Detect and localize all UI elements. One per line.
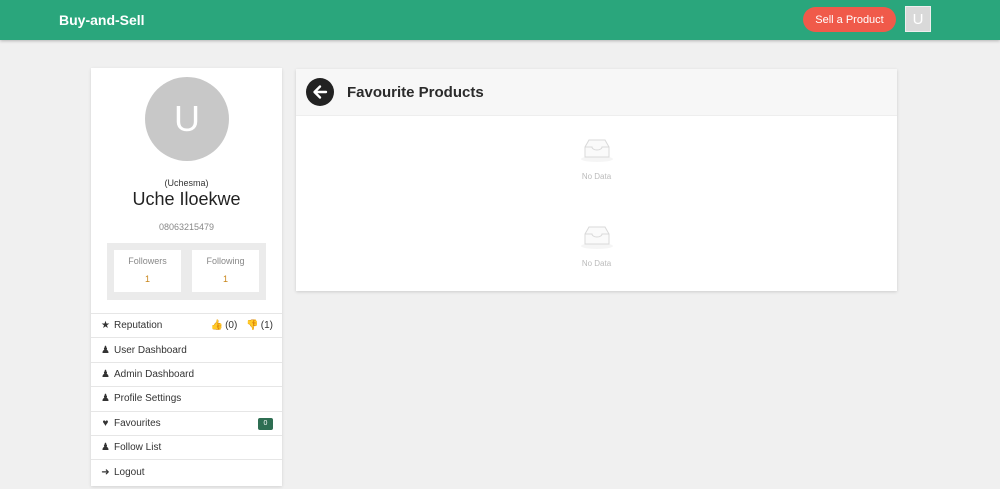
user-settings-icon: ♟ [101, 393, 110, 405]
following-count: 1 [222, 274, 228, 284]
empty-state: No Data [296, 224, 897, 268]
profile-phone: 08063215479 [158, 222, 215, 232]
sell-product-button[interactable]: Sell a Product [803, 7, 896, 32]
menu-item-logout[interactable]: ➜ Logout [91, 460, 282, 484]
thumbs-up-icon[interactable]: 👍 [211, 320, 223, 331]
profile-username: (Uchesma) [164, 178, 209, 188]
star-icon: ★ [101, 320, 110, 332]
brand-logo-link[interactable]: Buy-and-Sell [59, 12, 145, 28]
reputation-votes: 👍 (0) 👎 (1) [211, 314, 273, 337]
profile-full-name: Uche Iloekwe [132, 189, 241, 209]
reputation-label: Reputation [114, 320, 163, 332]
sign-out-icon: ➜ [101, 467, 110, 479]
following-stat[interactable]: Following 1 [192, 250, 259, 292]
menu-item-favourites[interactable]: ♥ Favourites 0 [91, 412, 282, 436]
user-icon: ♟ [101, 344, 110, 356]
empty-state: No Data [296, 137, 897, 181]
profile-settings-label: Profile Settings [114, 393, 182, 405]
empty-text: No Data [581, 259, 612, 268]
admin-dashboard-label: Admin Dashboard [114, 368, 195, 380]
heart-icon: ♥ [102, 417, 109, 429]
inbox-icon [580, 226, 613, 249]
following-label: Following [206, 256, 245, 266]
user-cog-icon: ♟ [101, 368, 110, 380]
menu-item-admin-dashboard[interactable]: ♟ Admin Dashboard [91, 363, 282, 388]
menu-item-follow-list[interactable]: ♟ Follow List [91, 436, 282, 461]
user-dashboard-label: User Dashboard [114, 344, 187, 356]
top-navbar: Buy-and-Sell Sell a Product U [0, 0, 1000, 40]
reputation-up-count: (0) [225, 320, 238, 332]
logout-label: Logout [114, 467, 145, 479]
menu-item-user-dashboard[interactable]: ♟ User Dashboard [91, 338, 282, 363]
arrow-left-icon [313, 85, 328, 99]
follow-stats: Followers 1 Following 1 [107, 243, 266, 300]
followers-count: 1 [144, 274, 150, 284]
panel-header: Favourite Products [296, 69, 897, 116]
menu-item-reputation: ★ Reputation 👍 (0) 👎 (1) [91, 314, 282, 339]
profile-sidebar: U (Uchesma) Uche Iloekwe 08063215479 Fol… [91, 68, 282, 486]
empty-text: No Data [581, 172, 612, 181]
users-icon: ♟ [101, 442, 110, 454]
user-menu-avatar[interactable]: U [905, 6, 931, 32]
favourite-products-panel: Favourite Products No Data No Data [296, 69, 897, 291]
reputation-down-count: (1) [260, 320, 273, 332]
profile-menu: ★ Reputation 👍 (0) 👎 (1) ♟ User Dashboar… [91, 313, 282, 485]
back-button[interactable] [306, 78, 334, 106]
follow-list-label: Follow List [114, 442, 162, 454]
inbox-icon [580, 139, 613, 162]
followers-label: Followers [128, 256, 167, 266]
panel-title: Favourite Products [347, 84, 484, 101]
thumbs-down-icon[interactable]: 👎 [246, 320, 258, 331]
profile-avatar: U [145, 77, 229, 161]
favourites-count-badge: 0 [258, 417, 273, 430]
followers-stat[interactable]: Followers 1 [114, 250, 181, 292]
favourites-label: Favourites [114, 417, 161, 429]
menu-item-profile-settings[interactable]: ♟ Profile Settings [91, 387, 282, 412]
